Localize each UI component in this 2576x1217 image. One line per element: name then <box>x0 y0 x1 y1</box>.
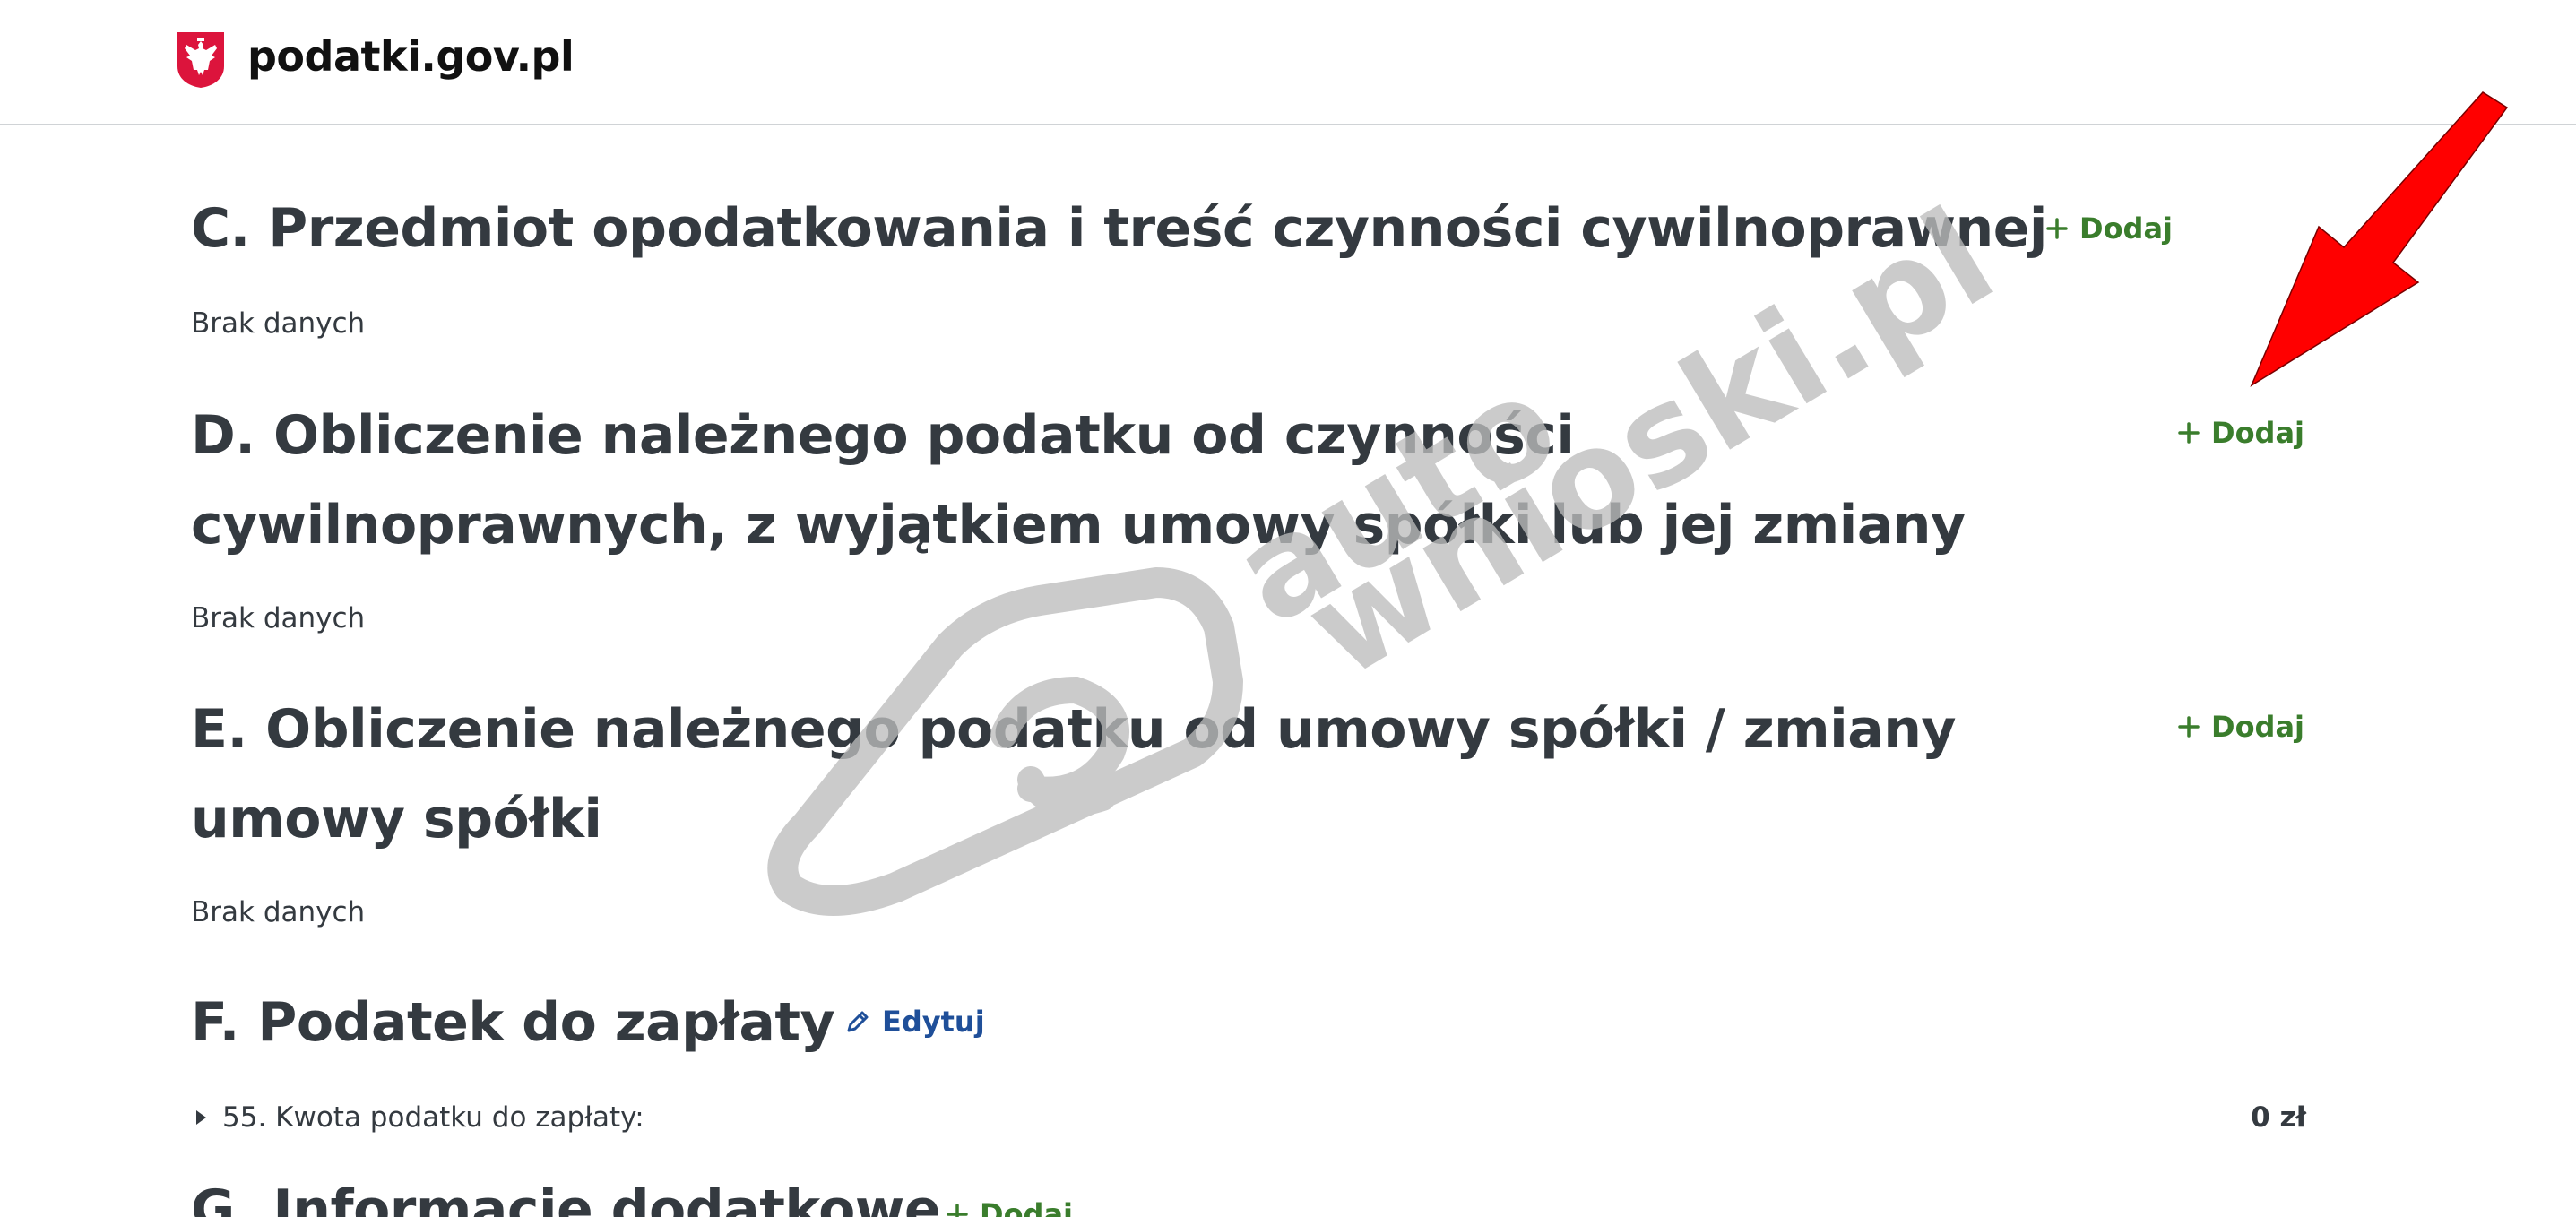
section-e-heading: E. Obliczenie należnego podatku od umowy… <box>191 698 1957 850</box>
polish-eagle-emblem-icon[interactable] <box>176 30 226 90</box>
section-e-add-button[interactable]: Dodaj <box>2177 710 2304 744</box>
tax-amount-row[interactable]: 55. Kwota podatku do zapłaty: 0 zł <box>191 1095 2306 1140</box>
section-d-add-label: Dodaj <box>2211 416 2305 450</box>
section-g-heading: G. Informacje dodatkowe <box>191 1178 941 1217</box>
section-c-add-label: Dodaj <box>2079 211 2174 246</box>
plus-icon <box>2046 218 2068 239</box>
section-c-status: Brak danych <box>191 307 366 340</box>
pencil-icon <box>847 1011 869 1032</box>
tax-amount-label: 55. Kwota podatku do zapłaty: <box>222 1101 644 1134</box>
expand-caret-icon[interactable] <box>196 1110 206 1125</box>
section-e-add-label: Dodaj <box>2211 710 2305 744</box>
section-e-status: Brak danych <box>191 896 366 928</box>
plus-icon <box>2178 716 2200 738</box>
site-brand-link[interactable]: podatki.gov.pl <box>247 32 575 81</box>
section-f-edit-label: Edytuj <box>882 1005 985 1039</box>
site-header: podatki.gov.pl <box>0 0 2576 125</box>
section-d-status: Brak danych <box>191 602 366 634</box>
plus-icon <box>947 1204 968 1217</box>
tax-amount-value: 0 zł <box>2251 1101 2306 1134</box>
section-d-heading: D. Obliczenie należnego podatku od czynn… <box>191 404 1966 557</box>
plus-icon <box>2178 422 2200 444</box>
section-f-heading: F. Podatek do zapłaty <box>191 991 835 1054</box>
section-g-add-button[interactable]: Dodaj <box>946 1197 1073 1217</box>
section-f-edit-button[interactable]: Edytuj <box>844 1005 985 1039</box>
section-c-heading: C. Przedmiot opodatkowania i treść czynn… <box>191 197 2048 260</box>
page: podatki.gov.pl C. Przedmiot opodatkowani… <box>0 0 2576 1217</box>
section-d-add-button[interactable]: Dodaj <box>2177 416 2304 450</box>
section-g-add-label: Dodaj <box>980 1197 1074 1217</box>
section-c-add-button[interactable]: Dodaj <box>2045 211 2173 246</box>
